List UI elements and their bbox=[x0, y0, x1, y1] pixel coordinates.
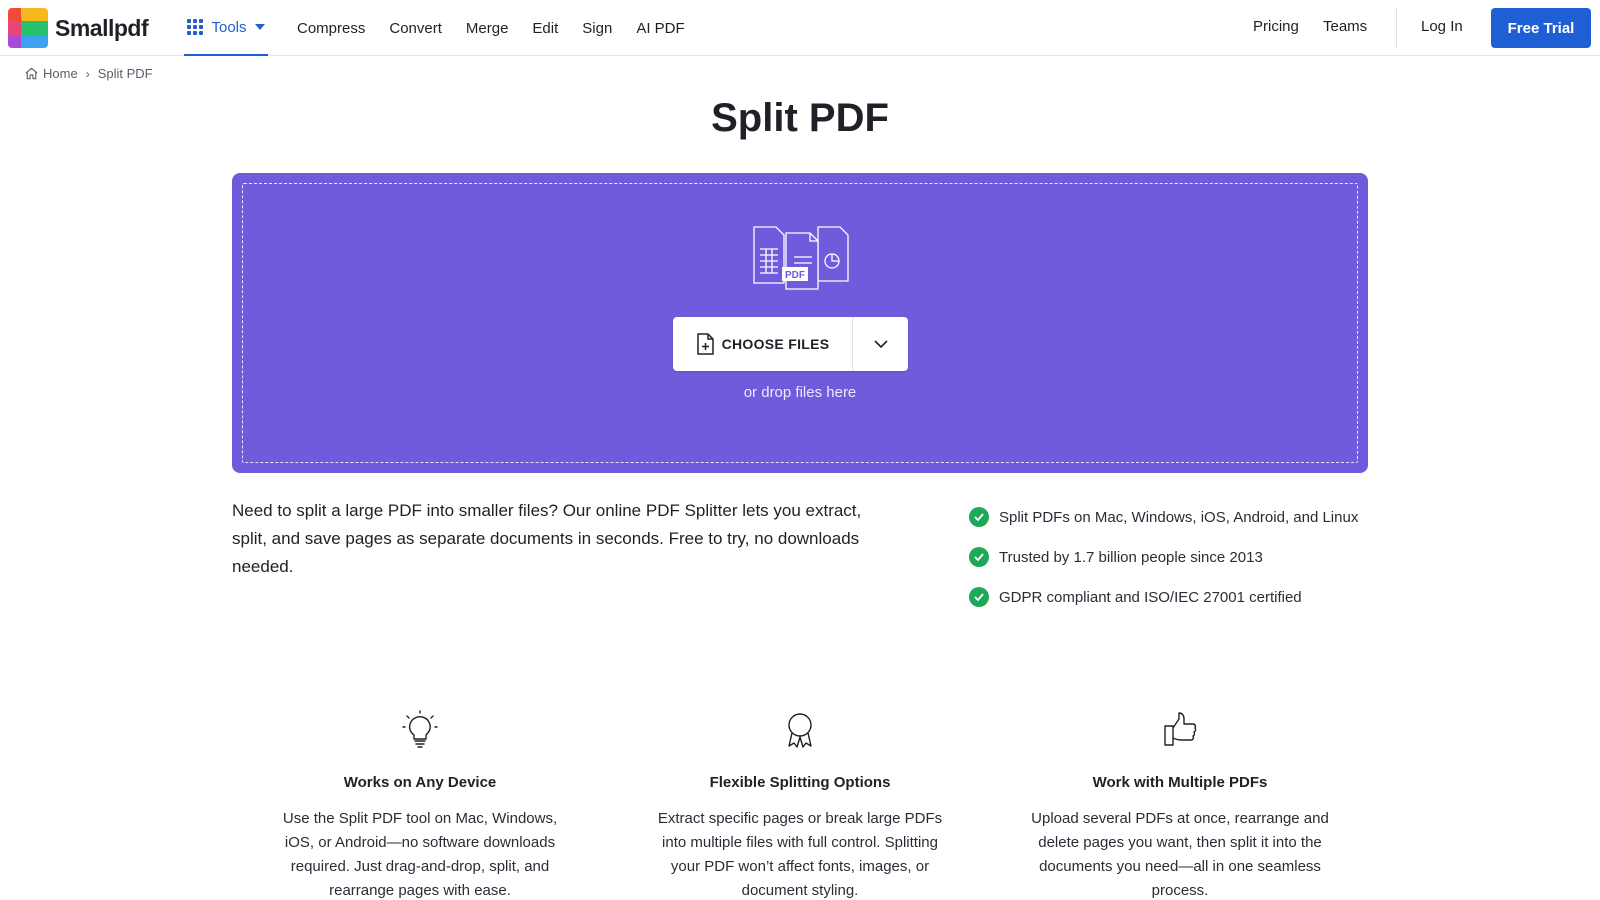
award-ribbon-icon bbox=[788, 713, 812, 748]
nav-sign[interactable]: Sign bbox=[582, 20, 612, 37]
benefit-card: Works on Any Device Use the Split PDF to… bbox=[260, 710, 580, 900]
file-add-icon bbox=[696, 333, 714, 355]
check-circle-icon bbox=[969, 547, 989, 567]
feature-item: Split PDFs on Mac, Windows, iOS, Android… bbox=[969, 497, 1358, 537]
header-divider bbox=[1396, 8, 1397, 48]
logo-tile bbox=[34, 34, 48, 48]
main-nav: Compress Convert Merge Edit Sign AI PDF bbox=[285, 0, 697, 56]
benefit-card: Flexible Splitting Options Extract speci… bbox=[640, 710, 960, 900]
teams-link[interactable]: Teams bbox=[1323, 18, 1367, 35]
logo-tile bbox=[34, 21, 48, 35]
nav-ai-pdf[interactable]: AI PDF bbox=[636, 20, 684, 37]
logo-tile bbox=[21, 21, 35, 35]
choose-files-button[interactable]: CHOOSE FILES bbox=[673, 317, 853, 371]
feature-text: Split PDFs on Mac, Windows, iOS, Android… bbox=[999, 508, 1359, 526]
file-dropzone[interactable]: PDF CHOOSE FILES bbox=[232, 173, 1368, 473]
benefit-title: Flexible Splitting Options bbox=[709, 774, 891, 791]
benefit-text: Extract specific pages or break large PD… bbox=[657, 810, 943, 899]
logo-tile bbox=[34, 8, 48, 22]
nav-convert[interactable]: Convert bbox=[389, 20, 442, 37]
feature-list: Split PDFs on Mac, Windows, iOS, Android… bbox=[969, 497, 1358, 617]
breadcrumb-home[interactable]: Home bbox=[24, 66, 78, 81]
login-link[interactable]: Log In bbox=[1421, 18, 1463, 35]
feature-text: GDPR compliant and ISO/IEC 27001 certifi… bbox=[999, 588, 1302, 606]
drop-hint: or drop files here bbox=[743, 384, 857, 401]
breadcrumb-current: Split PDF bbox=[97, 66, 153, 81]
breadcrumb: Home › Split PDF bbox=[24, 66, 153, 81]
feature-text: Trusted by 1.7 billion people since 2013 bbox=[999, 548, 1263, 566]
page-title: Split PDF bbox=[711, 96, 889, 140]
breadcrumb-separator: › bbox=[85, 66, 90, 81]
benefit-text: Upload several PDFs at once, rearrange a… bbox=[1031, 810, 1329, 899]
caret-down-icon bbox=[254, 24, 265, 30]
documents-illustration-icon: PDF bbox=[753, 226, 849, 290]
check-circle-icon bbox=[969, 507, 989, 527]
lightbulb-icon bbox=[402, 710, 438, 748]
pricing-link[interactable]: Pricing bbox=[1253, 18, 1299, 35]
choose-files-label: CHOOSE FILES bbox=[721, 336, 830, 352]
tool-description: Need to split a large PDF into smaller f… bbox=[232, 501, 862, 576]
logo-tile bbox=[21, 34, 35, 48]
benefit-text: Use the Split PDF tool on Mac, Windows, … bbox=[282, 810, 558, 899]
free-trial-button[interactable]: Free Trial bbox=[1491, 8, 1591, 48]
chevron-down-icon bbox=[873, 340, 888, 348]
benefit-title: Works on Any Device bbox=[343, 774, 497, 791]
benefit-card: Work with Multiple PDFs Upload several P… bbox=[1020, 710, 1340, 900]
logo-link[interactable]: Smallpdf bbox=[8, 8, 149, 48]
pdf-tag: PDF bbox=[785, 270, 805, 281]
tools-label: Tools bbox=[211, 18, 247, 36]
thumbs-up-icon bbox=[1164, 712, 1197, 746]
logo-tile bbox=[8, 8, 22, 22]
logo-tile bbox=[8, 21, 22, 35]
nav-edit[interactable]: Edit bbox=[532, 20, 558, 37]
logo-tile bbox=[8, 34, 22, 48]
logo-mark-icon bbox=[8, 8, 48, 48]
choose-files-group: CHOOSE FILES bbox=[673, 317, 908, 371]
apps-grid-icon bbox=[187, 19, 204, 35]
feature-item: Trusted by 1.7 billion people since 2013 bbox=[969, 537, 1358, 577]
tools-menu-button[interactable]: Tools bbox=[184, 0, 268, 56]
breadcrumb-home-label: Home bbox=[43, 66, 78, 81]
home-icon bbox=[25, 67, 38, 80]
logo-tile bbox=[21, 8, 35, 22]
nav-merge[interactable]: Merge bbox=[466, 20, 509, 37]
logo-text: Smallpdf bbox=[55, 14, 149, 41]
nav-compress[interactable]: Compress bbox=[297, 20, 365, 37]
feature-item: GDPR compliant and ISO/IEC 27001 certifi… bbox=[969, 577, 1358, 617]
top-header: Smallpdf Tools Compress Convert Merge Ed… bbox=[0, 0, 1600, 56]
choose-files-dropdown[interactable] bbox=[853, 317, 908, 371]
benefit-title: Work with Multiple PDFs bbox=[1092, 774, 1268, 791]
check-circle-icon bbox=[969, 587, 989, 607]
